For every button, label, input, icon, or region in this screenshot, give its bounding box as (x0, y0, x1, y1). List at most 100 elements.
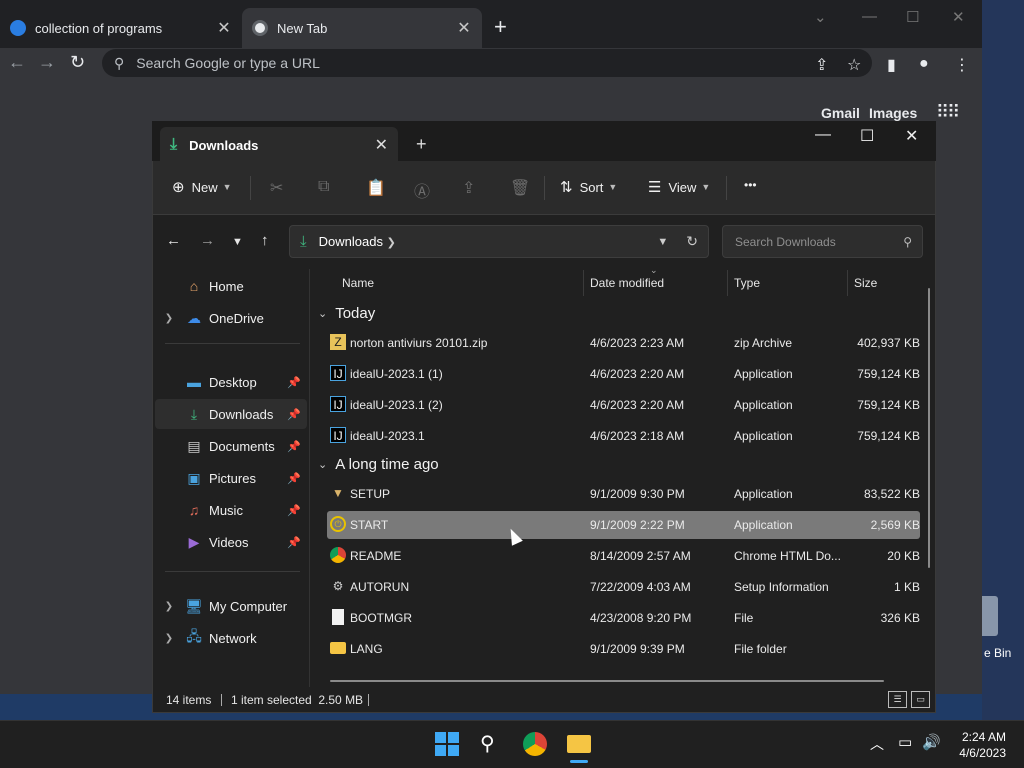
network-status-icon[interactable]: ▭ (898, 733, 912, 751)
back-arrow-icon[interactable]: ← (8, 52, 26, 73)
file-row[interactable]: README 8/14/2009 2:57 AM Chrome HTML Do.… (327, 542, 920, 570)
address-bar[interactable]: ⤓ Downloads ❯ ▼ ↻ (289, 225, 709, 258)
sidebar-item-music[interactable]: ♫ Music 📌 (155, 495, 307, 525)
delete-icon[interactable]: 🗑 (510, 178, 530, 198)
close-tab-icon[interactable]: ✕ (216, 18, 232, 38)
column-header-type[interactable]: Type (734, 276, 760, 290)
forward-arrow-icon[interactable]: → (38, 52, 56, 73)
omnibox-input[interactable] (134, 54, 779, 72)
file-explorer-taskbar-icon[interactable] (567, 735, 591, 753)
file-row[interactable]: IJ idealU-2023.1 (1) 4/6/2023 2:20 AM Ap… (327, 360, 920, 388)
sort-button[interactable]: ⇅ Sort ▼ (560, 178, 617, 196)
browser-tab-collection[interactable]: collection of programs ✕ (0, 8, 242, 48)
explorer-tab-downloads[interactable]: ⤓ Downloads ✕ (160, 127, 398, 163)
file-name: SETUP (350, 487, 391, 501)
close-tab-icon[interactable]: ✕ (456, 18, 472, 38)
recent-locations-chevron-icon[interactable]: ▼ (232, 236, 243, 248)
chevron-right-icon[interactable]: ❯ (155, 313, 183, 324)
refresh-icon[interactable]: ↻ (686, 233, 698, 250)
breadcrumb-downloads[interactable]: Downloads (319, 234, 383, 249)
file-row[interactable]: ⚙ AUTORUN 7/22/2009 4:03 AM Setup Inform… (327, 573, 920, 601)
chevron-right-icon[interactable]: ❯ (155, 633, 183, 644)
column-header-size[interactable]: Size (854, 276, 877, 290)
start-windows-icon[interactable] (435, 732, 459, 756)
sidebar-item-desktop[interactable]: ▬ Desktop 📌 (155, 367, 307, 397)
vertical-scrollbar[interactable] (928, 288, 930, 568)
new-tab-plus-icon[interactable]: + (416, 134, 427, 155)
browser-tab-new-tab[interactable]: New Tab ✕ (242, 8, 482, 48)
apps-grid-icon[interactable]: ⠿⠿ (936, 102, 960, 123)
file-row[interactable]: IJ idealU-2023.1 4/6/2023 2:18 AM Applic… (327, 422, 920, 450)
file-row[interactable]: LANG 9/1/2009 9:39 PM File folder (327, 635, 920, 663)
search-input[interactable] (733, 233, 904, 250)
new-tab-plus-icon[interactable]: + (494, 14, 507, 40)
back-arrow-icon[interactable]: ← (166, 232, 181, 249)
up-arrow-icon[interactable]: ↑ (261, 232, 269, 249)
cut-icon[interactable]: ✂ (270, 178, 283, 198)
copy-icon[interactable]: ⧉ (318, 178, 329, 196)
sidebar-item-pictures[interactable]: ▣ Pictures 📌 (155, 463, 307, 493)
file-row[interactable]: BOOTMGR 4/23/2008 9:20 PM File 326 KB (327, 604, 920, 632)
share-icon[interactable]: ⇪ (815, 55, 828, 75)
chrome-menu-icon[interactable]: ⋮ (954, 55, 970, 75)
sidebar-item-onedrive[interactable]: ❯ ☁ OneDrive (155, 303, 307, 333)
profile-avatar-icon[interactable]: ● (919, 55, 929, 73)
column-header-date[interactable]: Date modified (590, 276, 664, 290)
taskbar-clock[interactable]: 2:24 AM 4/6/2023 (946, 729, 1006, 761)
column-divider[interactable] (583, 270, 584, 296)
maximize-icon[interactable]: ☐ (860, 126, 874, 146)
show-hidden-icons-chevron[interactable]: ︿ (870, 734, 884, 754)
address-history-chevron-icon[interactable]: ▼ (657, 236, 668, 248)
horizontal-scrollbar[interactable] (330, 680, 884, 682)
close-window-icon[interactable]: ✕ (905, 126, 918, 146)
pin-icon[interactable]: 📌 (287, 376, 301, 389)
search-box[interactable]: ⚲ (722, 225, 923, 258)
group-header-today[interactable]: ⌄ Today (318, 305, 375, 322)
breadcrumb[interactable]: Downloads ❯ (319, 234, 658, 249)
close-window-icon[interactable]: ✕ (952, 8, 965, 26)
file-row-selected[interactable]: ⏻ START 9/1/2009 2:22 PM Application 2,5… (327, 511, 920, 539)
sidebar-item-videos[interactable]: ▶ Videos 📌 (155, 527, 307, 557)
pin-icon[interactable]: 📌 (287, 408, 301, 421)
file-row[interactable]: ▼ SETUP 9/1/2009 9:30 PM Application 83,… (327, 480, 920, 508)
share-icon[interactable]: ⇪ (462, 178, 475, 198)
group-header-long-ago[interactable]: ⌄ A long time ago (318, 456, 439, 473)
images-link[interactable]: Images (869, 105, 917, 121)
column-divider[interactable] (847, 270, 848, 296)
column-divider[interactable] (727, 270, 728, 296)
maximize-icon[interactable]: ☐ (906, 8, 919, 26)
volume-icon[interactable]: 🔊 (922, 733, 941, 751)
chevron-right-icon[interactable]: ❯ (155, 601, 183, 612)
tiles-view-icon[interactable]: ▭ (911, 691, 930, 708)
sidebar-item-my-computer[interactable]: ❯ 🖥 My Computer (155, 591, 307, 621)
file-row[interactable]: IJ idealU-2023.1 (2) 4/6/2023 2:20 AM Ap… (327, 391, 920, 419)
minimize-icon[interactable]: — (862, 8, 877, 25)
gmail-link[interactable]: Gmail (821, 105, 860, 121)
file-row[interactable]: Z norton antiviurs 20101.zip 4/6/2023 2:… (327, 329, 920, 357)
pin-icon[interactable]: 📌 (287, 536, 301, 549)
close-tab-icon[interactable]: ✕ (375, 135, 388, 155)
bookmark-star-icon[interactable]: ☆ (847, 55, 861, 75)
minimize-icon[interactable]: — (815, 126, 831, 144)
side-panel-icon[interactable]: ▮ (887, 55, 896, 75)
new-button[interactable]: ⊕ New ▼ (172, 178, 232, 196)
pin-icon[interactable]: 📌 (287, 440, 301, 453)
pin-icon[interactable]: 📌 (287, 472, 301, 485)
details-view-icon[interactable]: ☰ (888, 691, 907, 708)
search-icon[interactable]: ⚲ (480, 731, 495, 756)
sidebar-item-downloads[interactable]: ⤓ Downloads 📌 (155, 399, 307, 429)
tab-search-chevron-icon[interactable]: ⌄ (814, 8, 827, 26)
omnibox[interactable]: ⚲ (102, 49, 872, 77)
column-header-name[interactable]: Name (342, 276, 374, 290)
chrome-taskbar-icon[interactable] (523, 732, 547, 756)
paste-icon[interactable]: 📋 (366, 178, 386, 198)
sidebar-item-documents[interactable]: ▤ Documents 📌 (155, 431, 307, 461)
forward-arrow-icon[interactable]: → (200, 232, 215, 249)
view-button[interactable]: ☰ View ▼ (648, 178, 710, 196)
more-options-button[interactable]: ••• (744, 178, 757, 192)
reload-icon[interactable]: ↻ (70, 52, 85, 73)
pin-icon[interactable]: 📌 (287, 504, 301, 517)
rename-icon[interactable]: Ⓐ (414, 178, 430, 202)
sidebar-item-home[interactable]: ⌂ Home (155, 271, 307, 301)
sidebar-item-network[interactable]: ❯ 🖧 Network (155, 623, 307, 653)
